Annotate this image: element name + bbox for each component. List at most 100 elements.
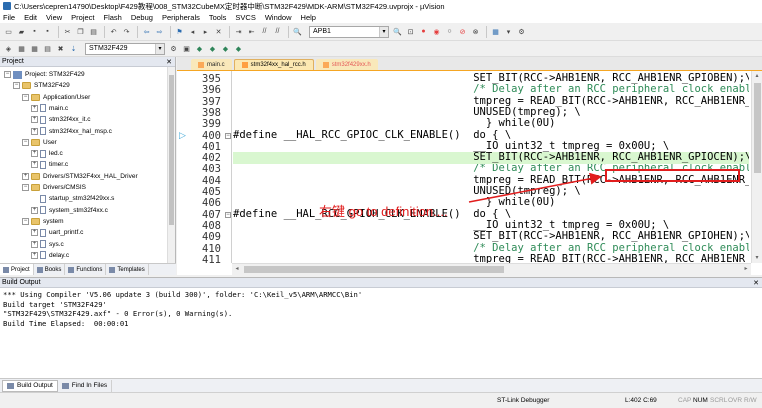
indent-icon[interactable]: ⇥ [233, 26, 244, 37]
rebuild-icon[interactable]: ▦ [29, 43, 40, 54]
incremental-find-icon[interactable]: ⊡ [405, 26, 416, 37]
bookmark-icon[interactable]: ⚑ [174, 26, 185, 37]
tree-item[interactable]: + main.c [31, 103, 68, 114]
manage-components-icon[interactable]: ◆ [194, 43, 205, 54]
tab-main-c[interactable]: main.c [191, 59, 232, 70]
expand-icon[interactable]: + [31, 240, 38, 248]
debug-start-icon[interactable]: ● [418, 26, 429, 37]
save-all-icon[interactable]: ▪ [42, 26, 53, 37]
collapse-icon[interactable]: − [22, 184, 29, 191]
bookmark-prev-icon[interactable]: ◂ [187, 26, 198, 37]
collapse-icon[interactable]: − [22, 138, 29, 146]
expand-icon[interactable]: + [31, 116, 38, 124]
build-icon[interactable]: ▦ [16, 43, 27, 54]
expand-icon[interactable]: + [31, 206, 38, 214]
menu-svcs[interactable]: SVCS [235, 13, 255, 22]
menu-window[interactable]: Window [265, 13, 292, 22]
menu-peripherals[interactable]: Peripherals [162, 13, 200, 22]
menu-project[interactable]: Project [71, 13, 94, 22]
menu-flash[interactable]: Flash [104, 13, 122, 22]
scrollbar-thumb[interactable] [169, 75, 174, 225]
scroll-down-icon[interactable]: ▾ [752, 253, 762, 263]
tree-item[interactable]: − Project: STM32F429 [4, 69, 85, 80]
chevron-down-icon[interactable]: ▾ [503, 26, 514, 37]
scrollbar-thumb[interactable] [244, 266, 504, 273]
tab-project[interactable]: Project [0, 264, 34, 275]
stop-build-icon[interactable]: ✖ [55, 43, 66, 54]
code-area[interactable]: tmpreg = READ_BIT(RCC->AHB1ENR, RCC_AHB1… [233, 71, 749, 263]
tree-item[interactable]: + system_stm32f4xx.c [31, 205, 108, 216]
tree-item[interactable]: + led.c [31, 148, 63, 159]
editor-horizontal-scrollbar[interactable]: ◂ ▸ [232, 263, 751, 275]
expand-icon[interactable]: + [31, 127, 38, 135]
nav-back-icon[interactable]: ⇦ [141, 26, 152, 37]
open-folder-icon[interactable]: ▰ [16, 26, 27, 37]
tree-item[interactable]: − STM32F429 [13, 80, 70, 91]
close-icon[interactable]: ✕ [166, 58, 172, 66]
pack-installer-icon[interactable]: ◆ [220, 43, 231, 54]
paste-icon[interactable]: ▤ [88, 26, 99, 37]
tree-item[interactable]: + Drivers/STM32F4xx_HAL_Driver [22, 171, 138, 182]
file-extensions-icon[interactable]: ▣ [181, 43, 192, 54]
find-in-files-icon[interactable]: 🔍 [292, 26, 303, 37]
breakpoint-icon[interactable]: ◉ [431, 26, 442, 37]
tree-item[interactable]: − Drivers/CMSIS [22, 182, 86, 193]
scroll-up-icon[interactable]: ▴ [752, 71, 762, 81]
close-icon[interactable]: ✕ [753, 279, 759, 287]
expand-icon[interactable]: + [31, 229, 38, 237]
chevron-down-icon[interactable]: ▾ [155, 43, 164, 54]
tree-item[interactable]: − system [22, 216, 64, 227]
tree-item[interactable]: + timer.c [31, 159, 68, 170]
tab-functions[interactable]: Functions [65, 264, 107, 275]
scroll-right-icon[interactable]: ▸ [741, 264, 751, 274]
tree-item[interactable]: + delay.c [31, 250, 69, 261]
target-options-icon[interactable]: ⚙ [168, 43, 179, 54]
undo-icon[interactable]: ↶ [108, 26, 119, 37]
scrollbar-thumb[interactable] [754, 83, 761, 173]
breakpoint-disable-icon[interactable]: ○ [444, 26, 455, 37]
comment-icon[interactable]: // [259, 26, 270, 37]
expand-icon[interactable]: + [31, 104, 38, 112]
fold-icon[interactable]: − [225, 211, 231, 218]
menu-edit[interactable]: Edit [24, 13, 37, 22]
expand-icon[interactable]: + [31, 150, 38, 158]
bookmark-next-icon[interactable]: ▸ [200, 26, 211, 37]
menu-view[interactable]: View [46, 13, 62, 22]
menu-debug[interactable]: Debug [131, 13, 153, 22]
find-combo[interactable]: APB1 ▾ [309, 25, 389, 38]
project-scrollbar[interactable] [167, 67, 175, 263]
translate-icon[interactable]: ◈ [3, 43, 14, 54]
tree-item[interactable]: + stm32f4xx_it.c [31, 114, 91, 125]
menu-file[interactable]: File [3, 13, 15, 22]
unindent-icon[interactable]: ⇤ [246, 26, 257, 37]
tab-find-in-files[interactable]: Find In Files [58, 379, 113, 392]
tab-build-output[interactable]: Build Output [2, 379, 58, 392]
uncomment-icon[interactable]: // [272, 26, 283, 37]
breakpoint-kill-icon[interactable]: ⊘ [457, 26, 468, 37]
save-icon[interactable]: ▪ [29, 26, 40, 37]
run-time-env-icon[interactable]: ◆ [233, 43, 244, 54]
scroll-left-icon[interactable]: ◂ [232, 264, 242, 274]
collapse-icon[interactable]: − [4, 71, 11, 78]
chevron-down-icon[interactable]: ▾ [379, 26, 388, 37]
collapse-icon[interactable]: − [22, 217, 29, 225]
expand-icon[interactable]: + [22, 172, 29, 180]
find-icon[interactable]: 🔍 [392, 26, 403, 37]
tab-books[interactable]: Books [34, 264, 66, 275]
nav-forward-icon[interactable]: ⇨ [154, 26, 165, 37]
expand-icon[interactable]: + [31, 161, 38, 169]
copy-icon[interactable]: ❐ [75, 26, 86, 37]
tab-stm32f4xx-hal-rcc-h[interactable]: stm32f4xx_hal_rcc.h [233, 59, 314, 70]
tree-item[interactable]: + stm32f4xx_hal_msp.c [31, 126, 112, 137]
tree-item[interactable]: + sys.c [31, 239, 64, 250]
target-combo[interactable]: STM32F429 ▾ [85, 42, 165, 55]
breakpoint-clear-icon[interactable]: ⊗ [470, 26, 481, 37]
batch-build-icon[interactable]: ▤ [42, 43, 53, 54]
tree-item[interactable]: + uart_printf.c [31, 227, 83, 238]
cut-icon[interactable]: ✂ [62, 26, 73, 37]
fold-icon[interactable]: − [225, 132, 231, 139]
new-file-icon[interactable]: ▭ [3, 26, 14, 37]
menu-help[interactable]: Help [301, 13, 316, 22]
configure-icon[interactable]: ⚙ [516, 26, 527, 37]
download-icon[interactable]: ⇣ [68, 43, 79, 54]
